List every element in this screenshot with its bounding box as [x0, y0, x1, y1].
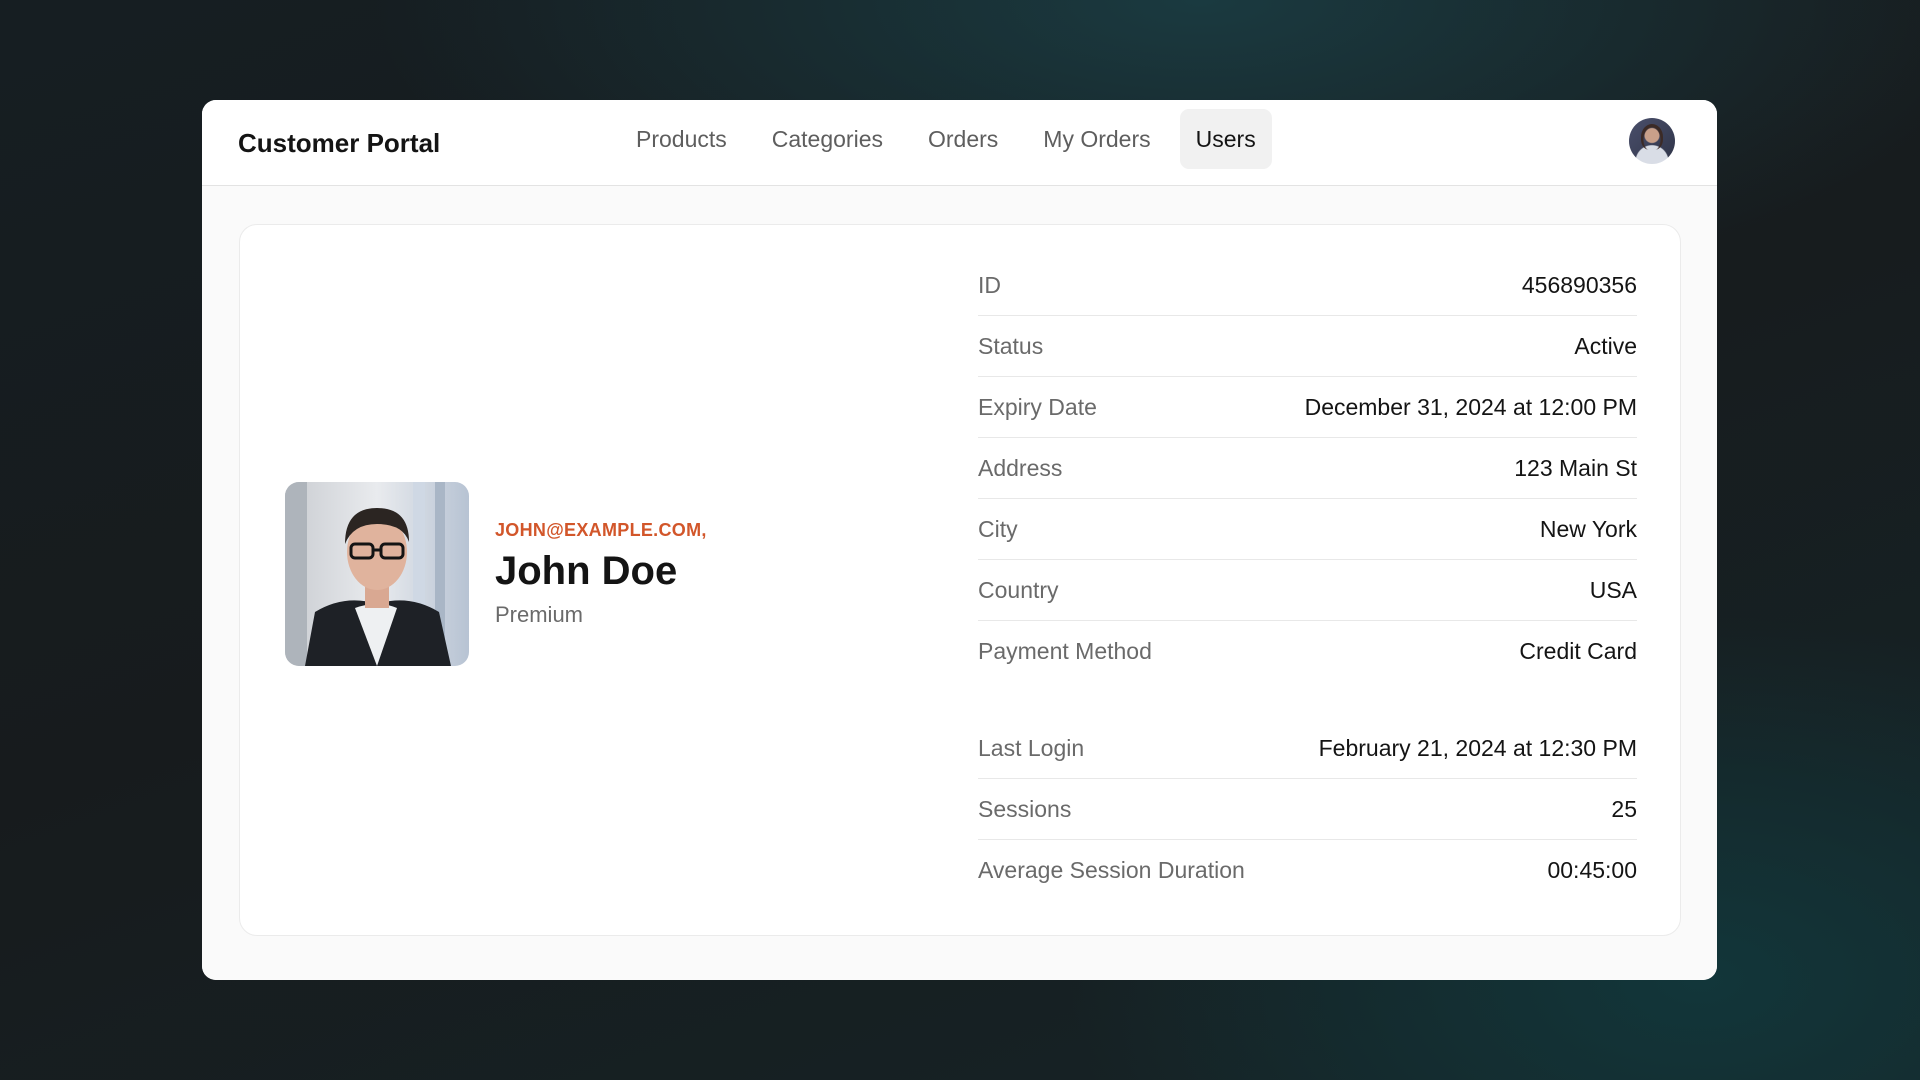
- detail-row-sessions: Sessions 25: [978, 779, 1637, 840]
- detail-value: 456890356: [1521, 271, 1637, 298]
- detail-value: Credit Card: [1519, 638, 1637, 664]
- detail-row-city: City New York: [978, 499, 1637, 560]
- detail-label: Country: [978, 576, 1059, 603]
- detail-label: Last Login: [978, 734, 1085, 761]
- profile-photo-image: [285, 482, 469, 666]
- detail-label: Address: [978, 454, 1063, 481]
- app-title[interactable]: Customer Portal: [238, 100, 440, 186]
- detail-value: New York: [1539, 515, 1637, 542]
- detail-value: USA: [1589, 576, 1637, 603]
- detail-label: Sessions: [978, 795, 1072, 822]
- detail-label: Payment Method: [978, 638, 1152, 664]
- detail-row-last-login: Last Login February 21, 2024 at 12:30 PM: [978, 718, 1637, 779]
- profile-info: JOHN@EXAMPLE.COM, John Doe Premium: [495, 520, 707, 628]
- profile-name: John Doe: [495, 549, 678, 593]
- profile-email[interactable]: JOHN@EXAMPLE.COM,: [495, 520, 707, 541]
- main-nav: Products Categories Orders My Orders Use…: [620, 109, 1285, 169]
- user-detail-card: JOHN@EXAMPLE.COM, John Doe Premium ID 45…: [239, 224, 1681, 936]
- detail-label: Average Session Duration: [978, 857, 1245, 883]
- detail-label: Status: [978, 332, 1044, 359]
- detail-value: 25: [1611, 795, 1637, 822]
- detail-row-average-session-duration: Average Session Duration 00:45:00: [978, 840, 1637, 901]
- detail-label: ID: [978, 271, 1001, 298]
- nav-item-categories[interactable]: Categories: [756, 109, 899, 169]
- detail-row-payment-method: Payment Method Credit Card: [978, 621, 1637, 682]
- user-details-list: ID 456890356 Status Active Expiry Date D…: [978, 255, 1637, 901]
- nav-item-orders[interactable]: Orders: [912, 109, 1014, 169]
- top-navigation-bar: Customer Portal Products Categories Orde…: [202, 100, 1717, 186]
- profile-summary: JOHN@EXAMPLE.COM, John Doe Premium: [285, 482, 707, 666]
- detail-row-address: Address 123 Main St: [978, 438, 1637, 499]
- detail-row-country: Country USA: [978, 560, 1637, 621]
- nav-item-users[interactable]: Users: [1179, 109, 1272, 169]
- detail-value: February 21, 2024 at 12:30 PM: [1318, 734, 1637, 761]
- detail-label: Expiry Date: [978, 393, 1097, 420]
- detail-value: December 31, 2024 at 12:00 PM: [1304, 393, 1637, 420]
- profile-plan: Premium: [495, 602, 584, 627]
- nav-item-my-orders[interactable]: My Orders: [1027, 109, 1166, 169]
- detail-value: 00:45:00: [1547, 857, 1637, 883]
- detail-label: City: [978, 515, 1018, 542]
- detail-value: Active: [1574, 332, 1637, 359]
- main-content: JOHN@EXAMPLE.COM, John Doe Premium ID 45…: [202, 186, 1717, 980]
- detail-row-expiry-date: Expiry Date December 31, 2024 at 12:00 P…: [978, 377, 1637, 438]
- user-avatar[interactable]: [1629, 118, 1675, 164]
- detail-value: 123 Main St: [1514, 454, 1637, 481]
- profile-photo: [285, 482, 469, 666]
- nav-item-products[interactable]: Products: [620, 109, 743, 169]
- detail-row-id: ID 456890356: [978, 255, 1637, 316]
- app-window: Customer Portal Products Categories Orde…: [202, 100, 1717, 980]
- detail-row-status: Status Active: [978, 316, 1637, 377]
